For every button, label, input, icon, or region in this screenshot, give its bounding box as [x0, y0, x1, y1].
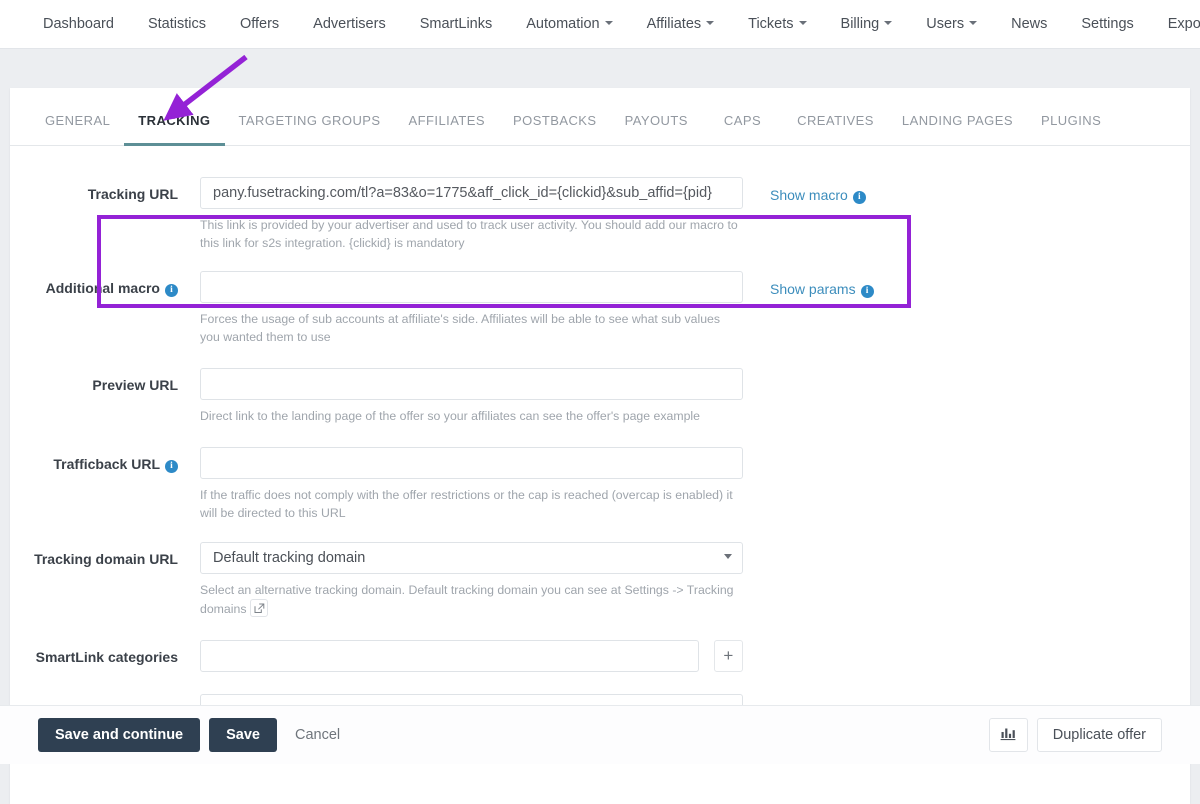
nav-item-users[interactable]: Users: [909, 0, 994, 49]
tab-label: AFFILIATES: [408, 113, 486, 128]
trafficback-url-row: Trafficback URL i If the traffic does not…: [10, 447, 1190, 522]
nav-item-label: News: [1011, 15, 1048, 32]
preview-url-label: Preview URL: [92, 377, 178, 393]
chevron-down-icon: [884, 20, 893, 25]
tracking-form: Tracking URL This link is provided by yo…: [10, 146, 1190, 764]
main-navigation-bar: Dashboard Statistics Offers Advertisers …: [0, 0, 1200, 49]
cancel-button[interactable]: Cancel: [295, 727, 340, 743]
tab-plugins[interactable]: PLUGINS: [1027, 113, 1115, 145]
tab-targeting-groups[interactable]: TARGETING GROUPS: [225, 113, 395, 145]
smartlink-categories-row: SmartLink categories +: [10, 640, 1190, 672]
tab-tracking[interactable]: TRACKING: [124, 113, 225, 146]
nav-item-label: SmartLinks: [419, 15, 493, 32]
preview-url-input[interactable]: [200, 368, 743, 400]
nav-item-label: Affiliates: [646, 15, 702, 32]
duplicate-offer-button[interactable]: Duplicate offer: [1036, 718, 1162, 752]
tracking-domain-url-label: Tracking domain URL: [34, 551, 178, 567]
offer-tab-bar: GENERAL TRACKING TARGETING GROUPS AFFILI…: [10, 88, 1190, 146]
info-icon[interactable]: i: [860, 285, 874, 298]
preview-url-hint: Direct link to the landing page of the o…: [200, 409, 700, 423]
nav-item-label: Settings: [1081, 15, 1134, 32]
nav-item-label: Dashboard: [43, 15, 114, 32]
smartlink-categories-input[interactable]: [200, 640, 699, 672]
next-field-label: [10, 694, 200, 703]
tab-label: CAPS: [723, 113, 762, 128]
add-smartlink-category-button[interactable]: +: [713, 640, 743, 672]
tab-caps[interactable]: CAPS: [702, 113, 783, 145]
nav-item-dashboard[interactable]: Dashboard: [26, 0, 131, 49]
nav-item-export[interactable]: Export: [1151, 0, 1200, 49]
nav-item-smartlinks[interactable]: SmartLinks: [403, 0, 510, 49]
additional-macro-label-text: Additional macro: [45, 280, 160, 296]
nav-item-offers[interactable]: Offers: [223, 0, 296, 49]
chevron-down-icon: [604, 20, 613, 25]
form-action-bar: Save and continue Save Cancel Duplicate …: [0, 705, 1200, 764]
info-icon[interactable]: i: [165, 460, 178, 473]
nav-item-news[interactable]: News: [994, 0, 1064, 49]
tab-general[interactable]: GENERAL: [31, 113, 124, 145]
nav-item-label: Billing: [840, 15, 880, 32]
tab-label: PLUGINS: [1041, 113, 1102, 128]
tracking-url-label: Tracking URL: [87, 186, 178, 202]
additional-macro-input[interactable]: [200, 271, 743, 303]
tab-label: TARGETING GROUPS: [238, 113, 381, 128]
show-macro-link[interactable]: Show macro: [770, 187, 848, 203]
trafficback-url-label-text: Trafficback URL: [53, 456, 160, 472]
nav-item-label: Automation: [526, 15, 600, 32]
tab-label: CREATIVES: [797, 113, 874, 128]
nav-item-label: Export: [1167, 15, 1200, 32]
tab-label: POSTBACKS: [513, 113, 597, 128]
nav-item-advertisers[interactable]: Advertisers: [296, 0, 403, 49]
nav-item-label: Advertisers: [313, 15, 386, 32]
nav-item-affiliates[interactable]: Affiliates: [630, 0, 732, 49]
tracking-domain-url-row: Tracking domain URL Default tracking dom…: [10, 542, 1190, 618]
nav-item-label: Statistics: [147, 15, 206, 32]
smartlink-categories-label: SmartLink categories: [35, 649, 178, 665]
additional-macro-hint: Forces the usage of sub accounts at affi…: [200, 312, 721, 344]
chevron-down-icon: [969, 20, 978, 25]
save-and-continue-button[interactable]: Save and continue: [38, 718, 201, 752]
tracking-domain-select[interactable]: Default tracking domain: [200, 542, 743, 574]
tracking-url-row: Tracking URL This link is provided by yo…: [10, 177, 1190, 252]
offer-edit-card: GENERAL TRACKING TARGETING GROUPS AFFILI…: [10, 88, 1190, 804]
tab-postbacks[interactable]: POSTBACKS: [499, 113, 611, 145]
nav-item-automation[interactable]: Automation: [509, 0, 629, 49]
additional-macro-row: Additional macro i Forces the usage of su…: [10, 271, 1190, 346]
trafficback-url-hint: If the traffic does not comply with the …: [200, 488, 733, 520]
tracking-url-hint: This link is provided by your advertiser…: [200, 218, 738, 250]
tab-label: GENERAL: [45, 113, 111, 128]
trafficback-url-input[interactable]: [200, 447, 743, 479]
nav-item-label: Offers: [239, 15, 280, 32]
nav-item-billing[interactable]: Billing: [824, 0, 910, 49]
additional-macro-label: Additional macro i: [10, 271, 200, 297]
tab-creatives[interactable]: CREATIVES: [783, 113, 888, 145]
tab-affiliates[interactable]: AFFILIATES: [395, 113, 500, 145]
trafficback-url-label: Trafficback URL i: [10, 447, 200, 473]
tab-label: PAYOUTS: [624, 113, 688, 128]
tracking-domain-url-hint: Select an alternative tracking domain. D…: [200, 581, 743, 618]
info-icon[interactable]: i: [165, 284, 178, 297]
tracking-domain-url-hint-text: Select an alternative tracking domain. D…: [200, 583, 734, 616]
save-button[interactable]: Save: [209, 718, 277, 752]
bar-chart-icon: [1000, 726, 1016, 745]
tab-landing-pages[interactable]: LANDING PAGES: [888, 113, 1027, 145]
nav-item-settings[interactable]: Settings: [1064, 0, 1150, 49]
show-params-link[interactable]: Show params: [770, 281, 856, 297]
tracking-domain-select-wrap: Default tracking domain: [200, 542, 743, 574]
external-link-icon[interactable]: [250, 599, 269, 617]
offer-statistics-button[interactable]: [988, 718, 1028, 752]
preview-url-row: Preview URL Direct link to the landing p…: [10, 368, 1190, 425]
tab-label: LANDING PAGES: [901, 113, 1013, 128]
info-icon[interactable]: i: [852, 191, 866, 204]
nav-item-label: Users: [926, 15, 965, 32]
page-body: GENERAL TRACKING TARGETING GROUPS AFFILI…: [0, 49, 1200, 804]
tab-payouts[interactable]: PAYOUTS: [611, 113, 702, 145]
nav-item-statistics[interactable]: Statistics: [131, 0, 223, 49]
nav-item-tickets[interactable]: Tickets: [731, 0, 823, 49]
chevron-down-icon: [798, 20, 807, 25]
chevron-down-icon: [706, 20, 715, 25]
nav-item-label: Tickets: [748, 15, 794, 32]
tab-label: TRACKING: [138, 113, 211, 128]
tracking-url-input[interactable]: [200, 177, 743, 209]
